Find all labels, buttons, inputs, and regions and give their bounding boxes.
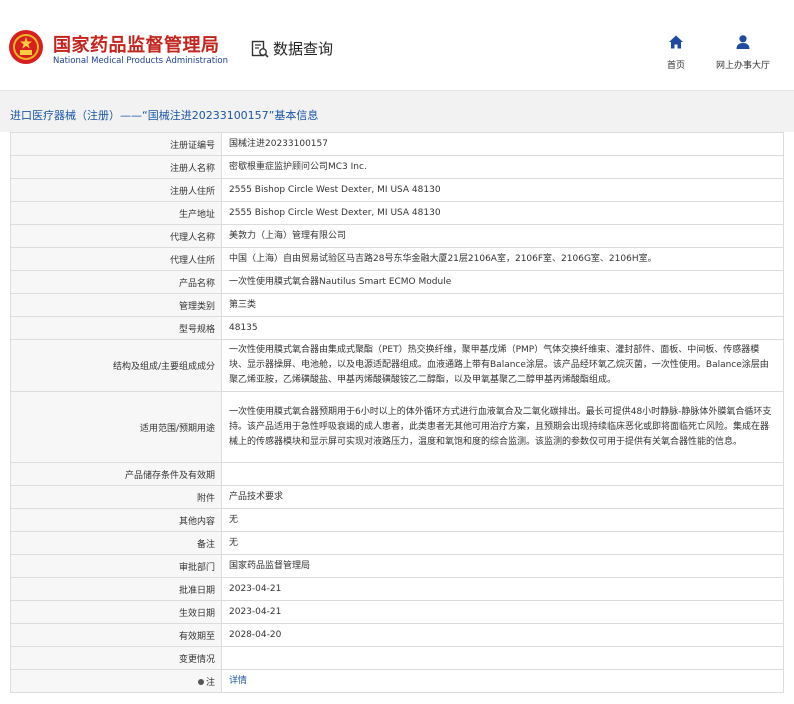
table-row: 备注 无: [10, 531, 784, 555]
row-value: 密歇根重症监护顾问公司MC3 Inc.: [221, 155, 784, 179]
row-value: [221, 462, 784, 486]
nav-online-service-hall[interactable]: 网上办事大厅: [708, 34, 778, 72]
row-label: 注: [205, 677, 215, 688]
table-row: 代理人住所 中国（上海）自由贸易试验区马吉路28号东华金融大厦21层2106A室…: [10, 247, 784, 271]
row-label: 管理类别: [10, 293, 222, 317]
note-label-cell: 注: [10, 669, 222, 693]
table-row: 注册人住所 2555 Bishop Circle West Dexter, MI…: [10, 178, 784, 202]
nav-online-service-label: 网上办事大厅: [715, 61, 770, 71]
row-label: 注册人住所: [10, 178, 222, 202]
table-row: 生效日期 2023-04-21: [10, 600, 784, 624]
table-row: 产品名称 一次性使用膜式氧合器Nautilus Smart ECMO Modul…: [10, 270, 784, 294]
row-label: 产品储存条件及有效期: [10, 462, 222, 486]
row-value: 一次性使用膜式氧合器预期用于6小时以上的体外循环方式进行血液氧合及二氧化碳排出。…: [221, 391, 784, 463]
row-value: 48135: [221, 316, 784, 340]
logo-title-cn: 国家药品监督管理局: [53, 35, 220, 56]
row-label: 有效期至: [10, 623, 222, 647]
row-value: 产品技术要求: [221, 485, 784, 509]
row-label: 代理人住所: [10, 247, 222, 271]
nav-home-label: 首页: [666, 61, 685, 71]
table-row: 批准日期 2023-04-21: [10, 577, 784, 601]
row-value: 2023-04-21: [221, 577, 784, 601]
row-value: 2555 Bishop Circle West Dexter, MI USA 4…: [221, 178, 784, 202]
table-row: 生产地址 2555 Bishop Circle West Dexter, MI …: [10, 201, 784, 225]
table-row: 产品储存条件及有效期: [10, 462, 784, 486]
data-query-label: 数据查询: [273, 40, 334, 58]
row-value: 美敦力（上海）管理有限公司: [221, 224, 784, 248]
registration-detail-table: 注册证编号 国械注进20233100157 注册人名称 密歇根重症监护顾问公司M…: [10, 132, 784, 693]
row-value: 国械注进20233100157: [221, 132, 784, 156]
table-row: 有效期至 2028-04-20: [10, 623, 784, 647]
row-value: 2023-04-21: [221, 600, 784, 624]
table-row: 注册证编号 国械注进20233100157: [10, 132, 784, 156]
table-row: 管理类别 第三类: [10, 293, 784, 317]
logo-title-en: National Medical Products Administration: [53, 56, 228, 66]
site-header: 国家药品监督管理局 National Medical Products Admi…: [0, 0, 794, 90]
table-row: 附件 产品技术要求: [10, 485, 784, 509]
row-value: 一次性使用膜式氧合器Nautilus Smart ECMO Module: [221, 270, 784, 294]
row-label: 备注: [10, 531, 222, 555]
pin-icon: [197, 678, 204, 685]
table-row: 代理人名称 美敦力（上海）管理有限公司: [10, 224, 784, 248]
table-row: 结构及组成/主要组成成分 一次性使用膜式氧合器由集成式聚酯（PET）热交换纤维，…: [10, 339, 784, 392]
table-row: 其他内容 无: [10, 508, 784, 532]
row-label: 适用范围/预期用途: [10, 391, 222, 463]
table-row: 适用范围/预期用途 一次性使用膜式氧合器预期用于6小时以上的体外循环方式进行血液…: [10, 391, 784, 463]
table-row: 变更情况: [10, 646, 784, 670]
row-label: 注册人名称: [10, 155, 222, 179]
table-row: 注 详情: [10, 669, 784, 693]
national-emblem-icon: [9, 30, 43, 64]
row-label: 产品名称: [10, 270, 222, 294]
note-value-cell: 详情: [221, 669, 784, 693]
row-value: [221, 646, 784, 670]
document-search-icon: [251, 40, 269, 58]
row-label: 审批部门: [10, 554, 222, 578]
row-label: 变更情况: [10, 646, 222, 670]
details-link[interactable]: 详情: [229, 676, 247, 686]
breadcrumb-bar: 进口医疗器械（注册）——“国械注进20233100157”基本信息: [0, 90, 794, 132]
row-label: 生效日期: [10, 600, 222, 624]
row-value: 一次性使用膜式氧合器由集成式聚酯（PET）热交换纤维，聚甲基戊烯（PMP）气体交…: [221, 339, 784, 392]
breadcrumb: 进口医疗器械（注册）——“国械注进20233100157”基本信息: [10, 109, 319, 122]
row-value: 无: [221, 508, 784, 532]
row-value: 国家药品监督管理局: [221, 554, 784, 578]
data-query-link[interactable]: 数据查询: [251, 38, 333, 59]
table-row: 注册人名称 密歇根重症监护顾问公司MC3 Inc.: [10, 155, 784, 179]
row-label: 型号规格: [10, 316, 222, 340]
row-label: 结构及组成/主要组成成分: [10, 339, 222, 392]
row-value: 2555 Bishop Circle West Dexter, MI USA 4…: [221, 201, 784, 225]
row-label: 批准日期: [10, 577, 222, 601]
row-label: 附件: [10, 485, 222, 509]
row-value: 2028-04-20: [221, 623, 784, 647]
row-value: 中国（上海）自由贸易试验区马吉路28号东华金融大厦21层2106A室，2106F…: [221, 247, 784, 271]
user-icon: [736, 35, 750, 49]
row-value: 无: [221, 531, 784, 555]
row-label: 生产地址: [10, 201, 222, 225]
nav-home[interactable]: 首页: [656, 34, 696, 72]
row-label: 代理人名称: [10, 224, 222, 248]
table-row: 审批部门 国家药品监督管理局: [10, 554, 784, 578]
row-value: 第三类: [221, 293, 784, 317]
home-icon: [669, 35, 683, 49]
table-row: 型号规格 48135: [10, 316, 784, 340]
row-label: 注册证编号: [10, 132, 222, 156]
row-label: 其他内容: [10, 508, 222, 532]
